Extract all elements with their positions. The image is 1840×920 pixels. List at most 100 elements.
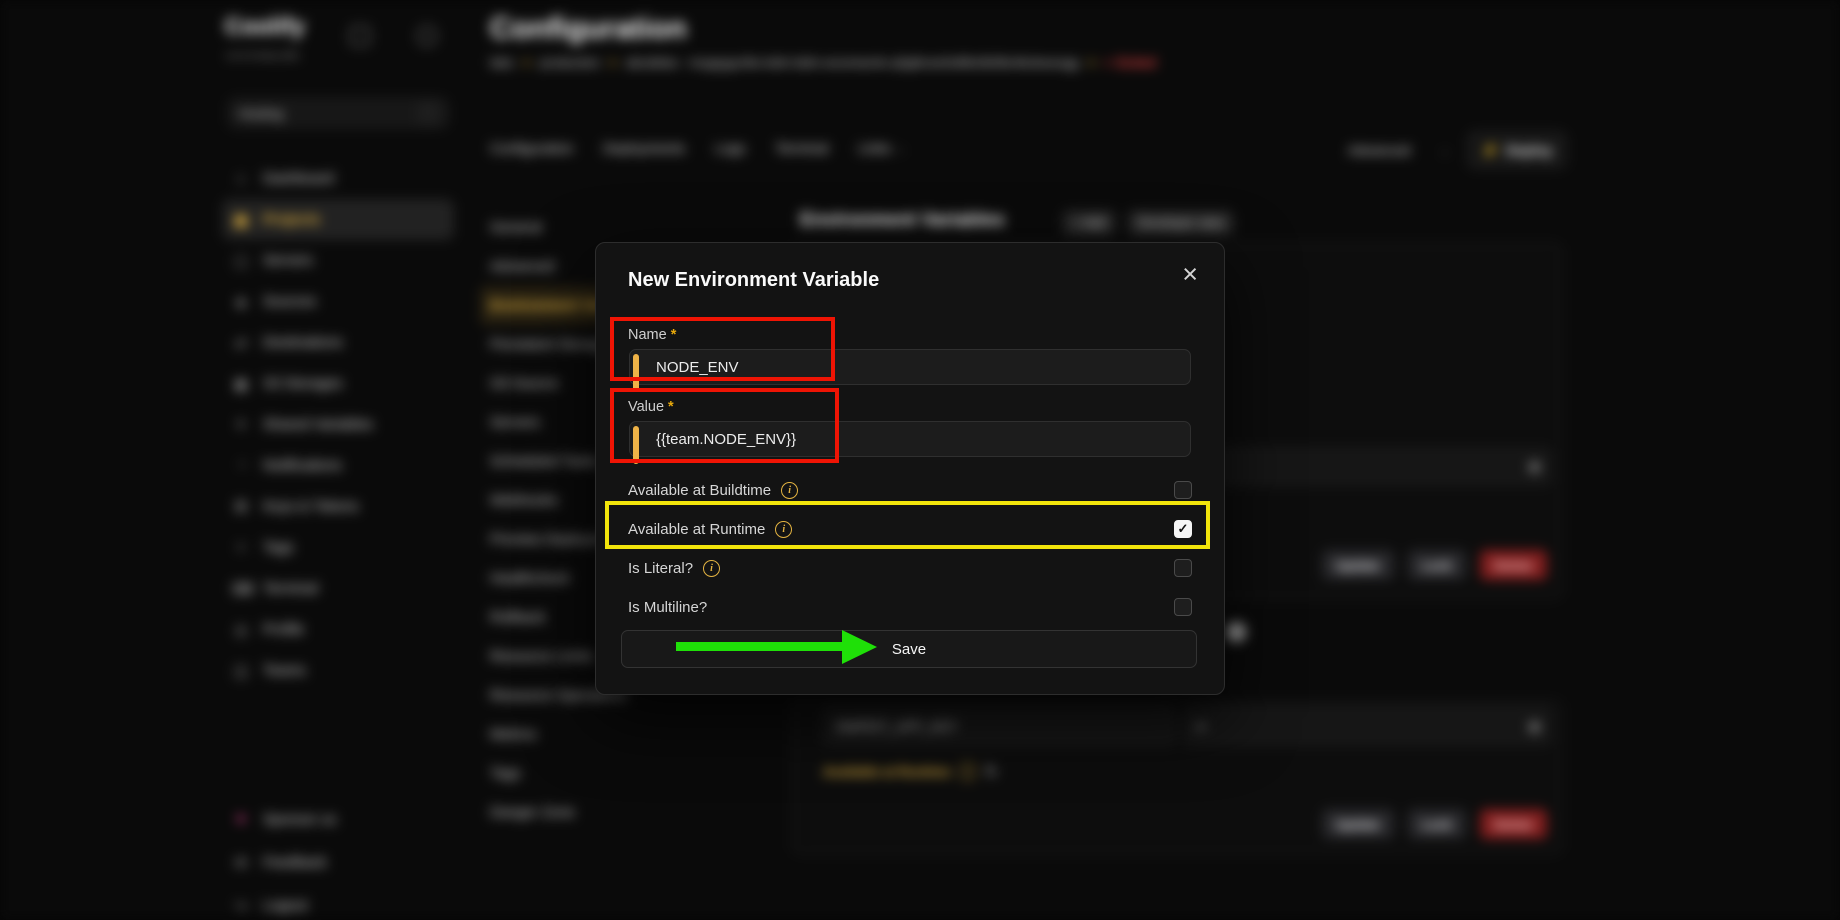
add-variable-button[interactable]: + Add — [1063, 211, 1115, 235]
configuration-nav-label: Tags — [490, 766, 521, 782]
literal-checkbox[interactable] — [1174, 559, 1192, 577]
close-icon[interactable]: × — [1182, 261, 1198, 288]
runtime-availability-label: Available at Runtime i ↻ — [823, 763, 997, 780]
sidebar-item-label: Tags — [263, 540, 294, 556]
configuration-nav-label: Resource Limits — [490, 649, 594, 665]
info-icon[interactable]: i — [703, 560, 720, 577]
sidebar-item-icon: ◈ — [232, 293, 250, 311]
sidebar-item-icon: ⌨ — [232, 580, 250, 598]
sidebar-item-icon: ▦ — [232, 211, 250, 229]
sidebar-item[interactable]: ⌗ Tags — [222, 527, 454, 568]
section-heading: Environment Variables — [800, 210, 1005, 232]
sidebar-item[interactable]: ◫ Teams — [222, 650, 454, 691]
sidebar-item[interactable]: ◈ Sources — [222, 281, 454, 322]
dialog-title: New Environment Variable — [628, 269, 879, 292]
delete-button[interactable]: Delete — [1480, 809, 1547, 839]
notification-bell-icon[interactable] — [417, 26, 437, 46]
sidebar-item-icon: ≡ — [232, 416, 250, 433]
tab-label: Logs — [715, 140, 745, 156]
sidebar-item[interactable]: ⌂ Dashboard — [222, 158, 454, 199]
sidebar-item[interactable]: ≡ Shared Variables — [222, 404, 454, 445]
sidebar-footer: ♥ Sponsor us ✉ Feedback ↪ Logout — [222, 798, 454, 920]
sidebar-footer-icon: ♥ — [232, 811, 250, 828]
sidebar-item-label: S3 Storages — [263, 376, 343, 392]
info-icon[interactable]: i — [959, 763, 976, 780]
lock-button[interactable]: Lock — [1408, 550, 1466, 580]
annotation-green-arrow-head — [842, 630, 877, 664]
configuration-nav-label: Scheduled Tasks — [490, 454, 599, 470]
sidebar-footer-label: Sponsor us — [263, 812, 336, 828]
configuration-nav-label: Persistent Storage — [490, 337, 609, 353]
delete-button[interactable]: Delete — [1480, 550, 1547, 580]
tab[interactable]: Configuration — [490, 140, 573, 156]
sidebar-item[interactable]: ⌨ Terminal — [222, 568, 454, 609]
eye-icon[interactable]: ◉ — [1528, 717, 1541, 735]
sidebar-item-label: Servers — [263, 253, 313, 269]
sidebar-item[interactable]: ▣ S3 Storages — [222, 363, 454, 404]
sidebar-item[interactable]: ⇄ Destinations — [222, 322, 454, 363]
buildtime-toggle-label: Available at Buildtime i — [628, 479, 798, 501]
developer-view-button[interactable]: Developer view — [1128, 211, 1233, 235]
sidebar-item-icon: ⌂ — [232, 170, 250, 187]
app-version: v4.0.0-beta.360 — [226, 50, 299, 62]
sidebar-item[interactable]: ▢ Servers — [222, 240, 454, 281]
sidebar-item[interactable]: ◔ Notifications — [222, 445, 454, 486]
breadcrumb-separator: > — [523, 55, 531, 70]
sidebar-item-icon: ⇄ — [232, 334, 250, 352]
configuration-nav-item[interactable]: Metrics — [480, 715, 730, 754]
configuration-nav-label: Metrics — [490, 727, 537, 743]
redeploy-icon[interactable]: ↻ — [985, 763, 997, 780]
sidebar-footer-item[interactable]: ↪ Logout — [222, 884, 454, 920]
breadcrumb-project[interactable]: labs — [490, 55, 514, 70]
env-name-field[interactable]: SNIPEIT_APP_KEY — [823, 707, 1175, 745]
runtime-availability-text: Available at Runtime — [823, 764, 950, 779]
annotation-yellow-box-runtime — [605, 501, 1210, 549]
sidebar-item[interactable]: ◎ Profile — [222, 609, 454, 650]
sidebar-search[interactable]: Hosting / — [228, 98, 448, 128]
info-icon[interactable]: i — [781, 482, 798, 499]
search-shortcut-key: / — [419, 104, 437, 122]
eye-icon[interactable]: ◉ — [1528, 457, 1541, 475]
env-value-field[interactable]: •• — [1183, 707, 1551, 745]
search-input[interactable]: Hosting — [239, 106, 419, 121]
tab[interactable]: Deployments — [603, 140, 685, 156]
status-badge: ● Exited — [1104, 55, 1156, 70]
advanced-menu[interactable]: Advanced ⌄ — [1348, 142, 1450, 158]
sidebar-item-label: Projects — [263, 212, 320, 228]
configuration-nav-item[interactable]: Tags — [480, 754, 730, 793]
update-button[interactable]: Update — [1322, 550, 1394, 580]
annotation-red-box-value — [610, 388, 839, 463]
env-value-field[interactable] — [1191, 448, 1551, 485]
multiline-checkbox[interactable] — [1174, 598, 1192, 616]
tab[interactable]: Logs — [715, 140, 745, 156]
sidebar-item[interactable]: ▦ Projects — [222, 199, 454, 240]
deploy-label: Deploy — [1506, 142, 1553, 158]
sidebar-item-label: Sources — [263, 294, 316, 310]
lightning-icon: ⚡ — [1481, 142, 1498, 159]
upgrade-icon[interactable] — [350, 26, 370, 46]
env-var-actions: Update Lock Delete — [1147, 809, 1547, 839]
advanced-label: Advanced — [1348, 142, 1410, 158]
tab[interactable]: Links ⌄ — [858, 140, 905, 156]
buildtime-checkbox[interactable] — [1174, 481, 1192, 499]
sidebar-footer-label: Logout — [263, 898, 307, 914]
sidebar-footer-item[interactable]: ✉ Feedback — [222, 841, 454, 884]
sidebar-item[interactable]: ⌘ Keys & Tokens — [222, 486, 454, 527]
app-window: Coolify v4.0.0-beta.360 Hosting / ⌂ Dash… — [0, 0, 1840, 920]
breadcrumb-environment[interactable]: production — [539, 55, 600, 70]
tab-label: Deployments — [603, 140, 685, 156]
chevron-down-icon: ⌄ — [1440, 144, 1449, 157]
configuration-nav-item[interactable]: Danger Zone — [480, 793, 730, 832]
sidebar-item-icon: ⌘ — [232, 498, 250, 516]
sidebar-footer-item[interactable]: ♥ Sponsor us — [222, 798, 454, 841]
tab[interactable]: Terminal — [775, 140, 828, 156]
breadcrumb-resource[interactable]: abcdebw - mxgqygc4ks-kdm-bdm-wcsmws4s-q0… — [626, 55, 1079, 70]
page-title: Configuration — [490, 12, 687, 46]
eye-icon[interactable] — [1226, 622, 1246, 642]
sidebar-item-label: Destinations — [263, 335, 343, 351]
lock-button[interactable]: Lock — [1408, 809, 1466, 839]
status-text: Exited — [1117, 55, 1156, 70]
deploy-button[interactable]: ⚡ Deploy — [1468, 132, 1566, 168]
update-button[interactable]: Update — [1322, 809, 1394, 839]
tab-label: Terminal — [775, 140, 828, 156]
